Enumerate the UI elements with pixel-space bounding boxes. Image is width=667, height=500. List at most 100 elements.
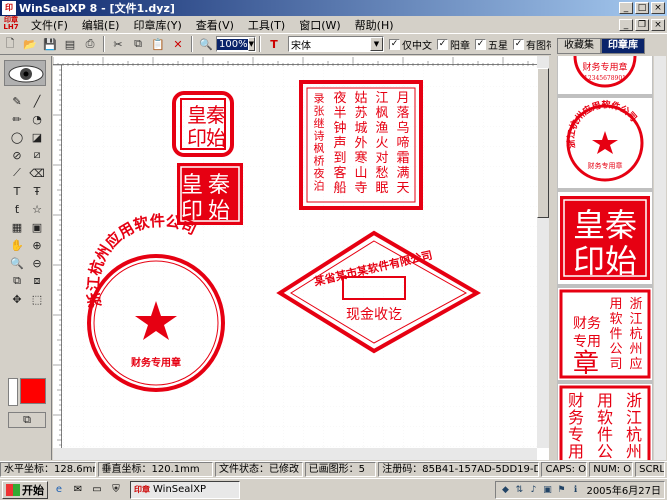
menu-help[interactable]: 帮助(H) <box>348 17 401 33</box>
start-button[interactable]: 开始 <box>2 480 48 499</box>
layers-icon[interactable]: ⧉ <box>8 412 46 428</box>
paste-icon[interactable]: 📋 <box>149 35 167 53</box>
title-bar[interactable]: 印章 WinSealXP 8 - [文件1.dyz] _ □ × <box>0 0 667 26</box>
tray-security-icon[interactable]: ⚑ <box>555 484 567 496</box>
tab-seal-library[interactable]: 印章库 <box>601 38 645 54</box>
shield-icon[interactable]: ⛨ <box>108 482 124 498</box>
image-tool-icon[interactable]: ▣ <box>28 218 46 236</box>
color-picker[interactable] <box>8 378 46 406</box>
chevron-down-icon[interactable]: ▼ <box>370 37 383 51</box>
poem-char: 枫 <box>314 141 325 155</box>
zoom-in-tool-icon[interactable]: ⊕ <box>28 236 46 254</box>
taskbar-app-button[interactable]: 印章 WinSealXP <box>130 480 240 499</box>
ungroup-tool-icon[interactable]: ⧈ <box>28 272 46 290</box>
new-file-icon[interactable]: 🗋 <box>1 35 19 53</box>
delete-icon[interactable]: ✕ <box>169 35 187 53</box>
close-button[interactable]: × <box>651 2 665 14</box>
doc-logo-icon[interactable]: 印章 LH7 <box>2 17 20 32</box>
group-tool-icon[interactable]: ⧉ <box>8 272 26 290</box>
save-icon[interactable]: 💾 <box>41 35 59 53</box>
app-icon[interactable]: 印章 <box>2 1 16 26</box>
zoom-out-tool-icon[interactable]: ⊖ <box>28 254 46 272</box>
chevron-down-icon[interactable]: ▼ <box>247 37 255 51</box>
checkmark-icon[interactable]: ✓ <box>475 38 486 50</box>
library-scrollbar[interactable] <box>654 56 666 460</box>
text-bold-tool-icon[interactable]: Ŧ <box>28 182 46 200</box>
menu-edit[interactable]: 编辑(E) <box>75 17 127 33</box>
text-tool-icon[interactable]: T <box>265 35 283 53</box>
text-tool-icon[interactable]: T <box>8 182 26 200</box>
text-arc-tool-icon[interactable]: ƭ <box>8 200 26 218</box>
tray-info-icon[interactable]: ℹ <box>569 484 581 496</box>
menu-tools[interactable]: 工具(T) <box>241 17 292 33</box>
grid-tool-icon[interactable]: ▦ <box>8 218 26 236</box>
doc-minimize-button[interactable]: _ <box>619 18 633 31</box>
rect-line-tool-icon[interactable]: ⧄ <box>28 146 46 164</box>
desktop-icon[interactable]: ▭ <box>89 482 105 498</box>
poem-char: 枫 <box>375 106 388 121</box>
seal-char: 司 <box>609 357 622 372</box>
foreground-color-swatch[interactable] <box>20 378 46 404</box>
hand-tool-icon[interactable]: ✋ <box>8 236 26 254</box>
checkbox-five-star[interactable]: ✓ 五星 <box>475 37 508 52</box>
menu-file[interactable]: 文件(F) <box>24 17 75 33</box>
minimize-button[interactable]: _ <box>619 2 633 14</box>
seal-poem[interactable]: 月落乌啼霜满天江枫渔火对愁眠姑苏城外寒山寺夜半钟声到客船录张继诗枫桥夜泊 <box>299 80 423 210</box>
circle-tool-icon[interactable]: ◯ <box>8 128 26 146</box>
horizontal-scrollbar[interactable] <box>53 448 537 460</box>
poem-char: 船 <box>333 181 346 196</box>
ie-icon[interactable]: e <box>51 482 67 498</box>
copy-icon[interactable]: ⧉ <box>129 35 147 53</box>
library-item-round-company[interactable]: 浙江杭州应用软件公司 财务专用章 <box>558 98 652 188</box>
library-item-qin[interactable]: 皇秦 印始 <box>558 192 652 284</box>
open-folder-icon[interactable]: 📂 <box>21 35 39 53</box>
doc-restore-button[interactable]: ❐ <box>635 18 649 31</box>
menu-view[interactable]: 查看(V) <box>189 17 241 33</box>
vertical-scrollbar[interactable] <box>537 56 549 448</box>
print-preview-icon[interactable]: ▤ <box>61 35 79 53</box>
move-tool-icon[interactable]: ✥ <box>8 290 26 308</box>
ellipse-tool-icon[interactable]: ⊘ <box>8 146 26 164</box>
zoom-select[interactable]: 100% ▼ <box>216 36 256 52</box>
clock[interactable]: 2005年6月27日 <box>586 482 661 497</box>
checkbox-positive-seal[interactable]: ✓ 阳章 <box>437 37 470 52</box>
scroll-thumb[interactable] <box>537 68 549 218</box>
curve-tool-icon[interactable]: ◔ <box>28 110 46 128</box>
library-item-round-finance[interactable]: 财务专用章 12345678901 <box>558 56 652 94</box>
tray-network-icon[interactable]: ⇅ <box>513 484 525 496</box>
email-icon[interactable]: ✉ <box>70 482 86 498</box>
eraser-tool-icon[interactable]: ⌫ <box>28 164 46 182</box>
checkbox-has-symbol[interactable]: ✓ 有图符 <box>513 37 556 52</box>
star-tool-icon[interactable]: ☆ <box>28 200 46 218</box>
tray-volume-icon[interactable]: ♪ <box>527 484 539 496</box>
checkmark-icon[interactable]: ✓ <box>513 38 524 50</box>
menu-seal-library[interactable]: 印章库(Y) <box>126 17 188 33</box>
select-tool-icon[interactable]: ⬚ <box>28 290 46 308</box>
checkbox-chinese-only[interactable]: ✓ 仅中文 <box>389 37 432 52</box>
seal-qin-filled[interactable]: 皇 秦 印 始 <box>177 163 243 225</box>
background-color-swatch[interactable] <box>8 378 18 406</box>
magnifier-tool-icon[interactable]: 🔍 <box>8 254 26 272</box>
checkmark-icon[interactable]: ✓ <box>437 38 448 50</box>
print-icon[interactable]: ⎙ <box>81 35 99 53</box>
maximize-button[interactable]: □ <box>635 2 649 14</box>
font-select[interactable]: 宋体 ▼ <box>288 36 384 52</box>
tray-monitor-icon[interactable]: ▣ <box>541 484 553 496</box>
taskbar: 开始 e ✉ ▭ ⛨ 印章 WinSealXP ◆ ⇅ ♪ ▣ ⚑ ℹ 2005… <box>0 478 667 500</box>
poem-char: 天 <box>396 181 409 196</box>
line-tool-icon[interactable]: ╱ <box>28 92 46 110</box>
square-line-tool-icon[interactable]: ◪ <box>28 128 46 146</box>
brush-tool-icon[interactable]: ⟋ <box>8 164 26 182</box>
tab-favorites[interactable]: 收藏集 <box>557 38 601 54</box>
drawing-canvas[interactable]: 皇 秦 印 始 皇 秦 印 始 月落乌啼霜满天江枫渔火对愁眠姑苏城外寒山寺夜半钟… <box>63 66 537 448</box>
pencil-tool-icon[interactable]: ✏ <box>8 110 26 128</box>
library-item-finance-square-1[interactable]: 浙江杭州应用软件公司财务专用章 <box>558 288 652 380</box>
library-item-finance-square-2[interactable]: 财用浙务软江专件杭用公州 <box>558 384 652 460</box>
menu-window[interactable]: 窗口(W) <box>292 17 347 33</box>
cut-icon[interactable]: ✂ <box>109 35 127 53</box>
checkmark-icon[interactable]: ✓ <box>389 38 400 50</box>
pen-tool-icon[interactable]: ✎ <box>8 92 26 110</box>
doc-close-button[interactable]: × <box>651 18 665 31</box>
tray-app-icon[interactable]: ◆ <box>499 484 511 496</box>
zoom-icon[interactable]: 🔍 <box>197 35 215 53</box>
